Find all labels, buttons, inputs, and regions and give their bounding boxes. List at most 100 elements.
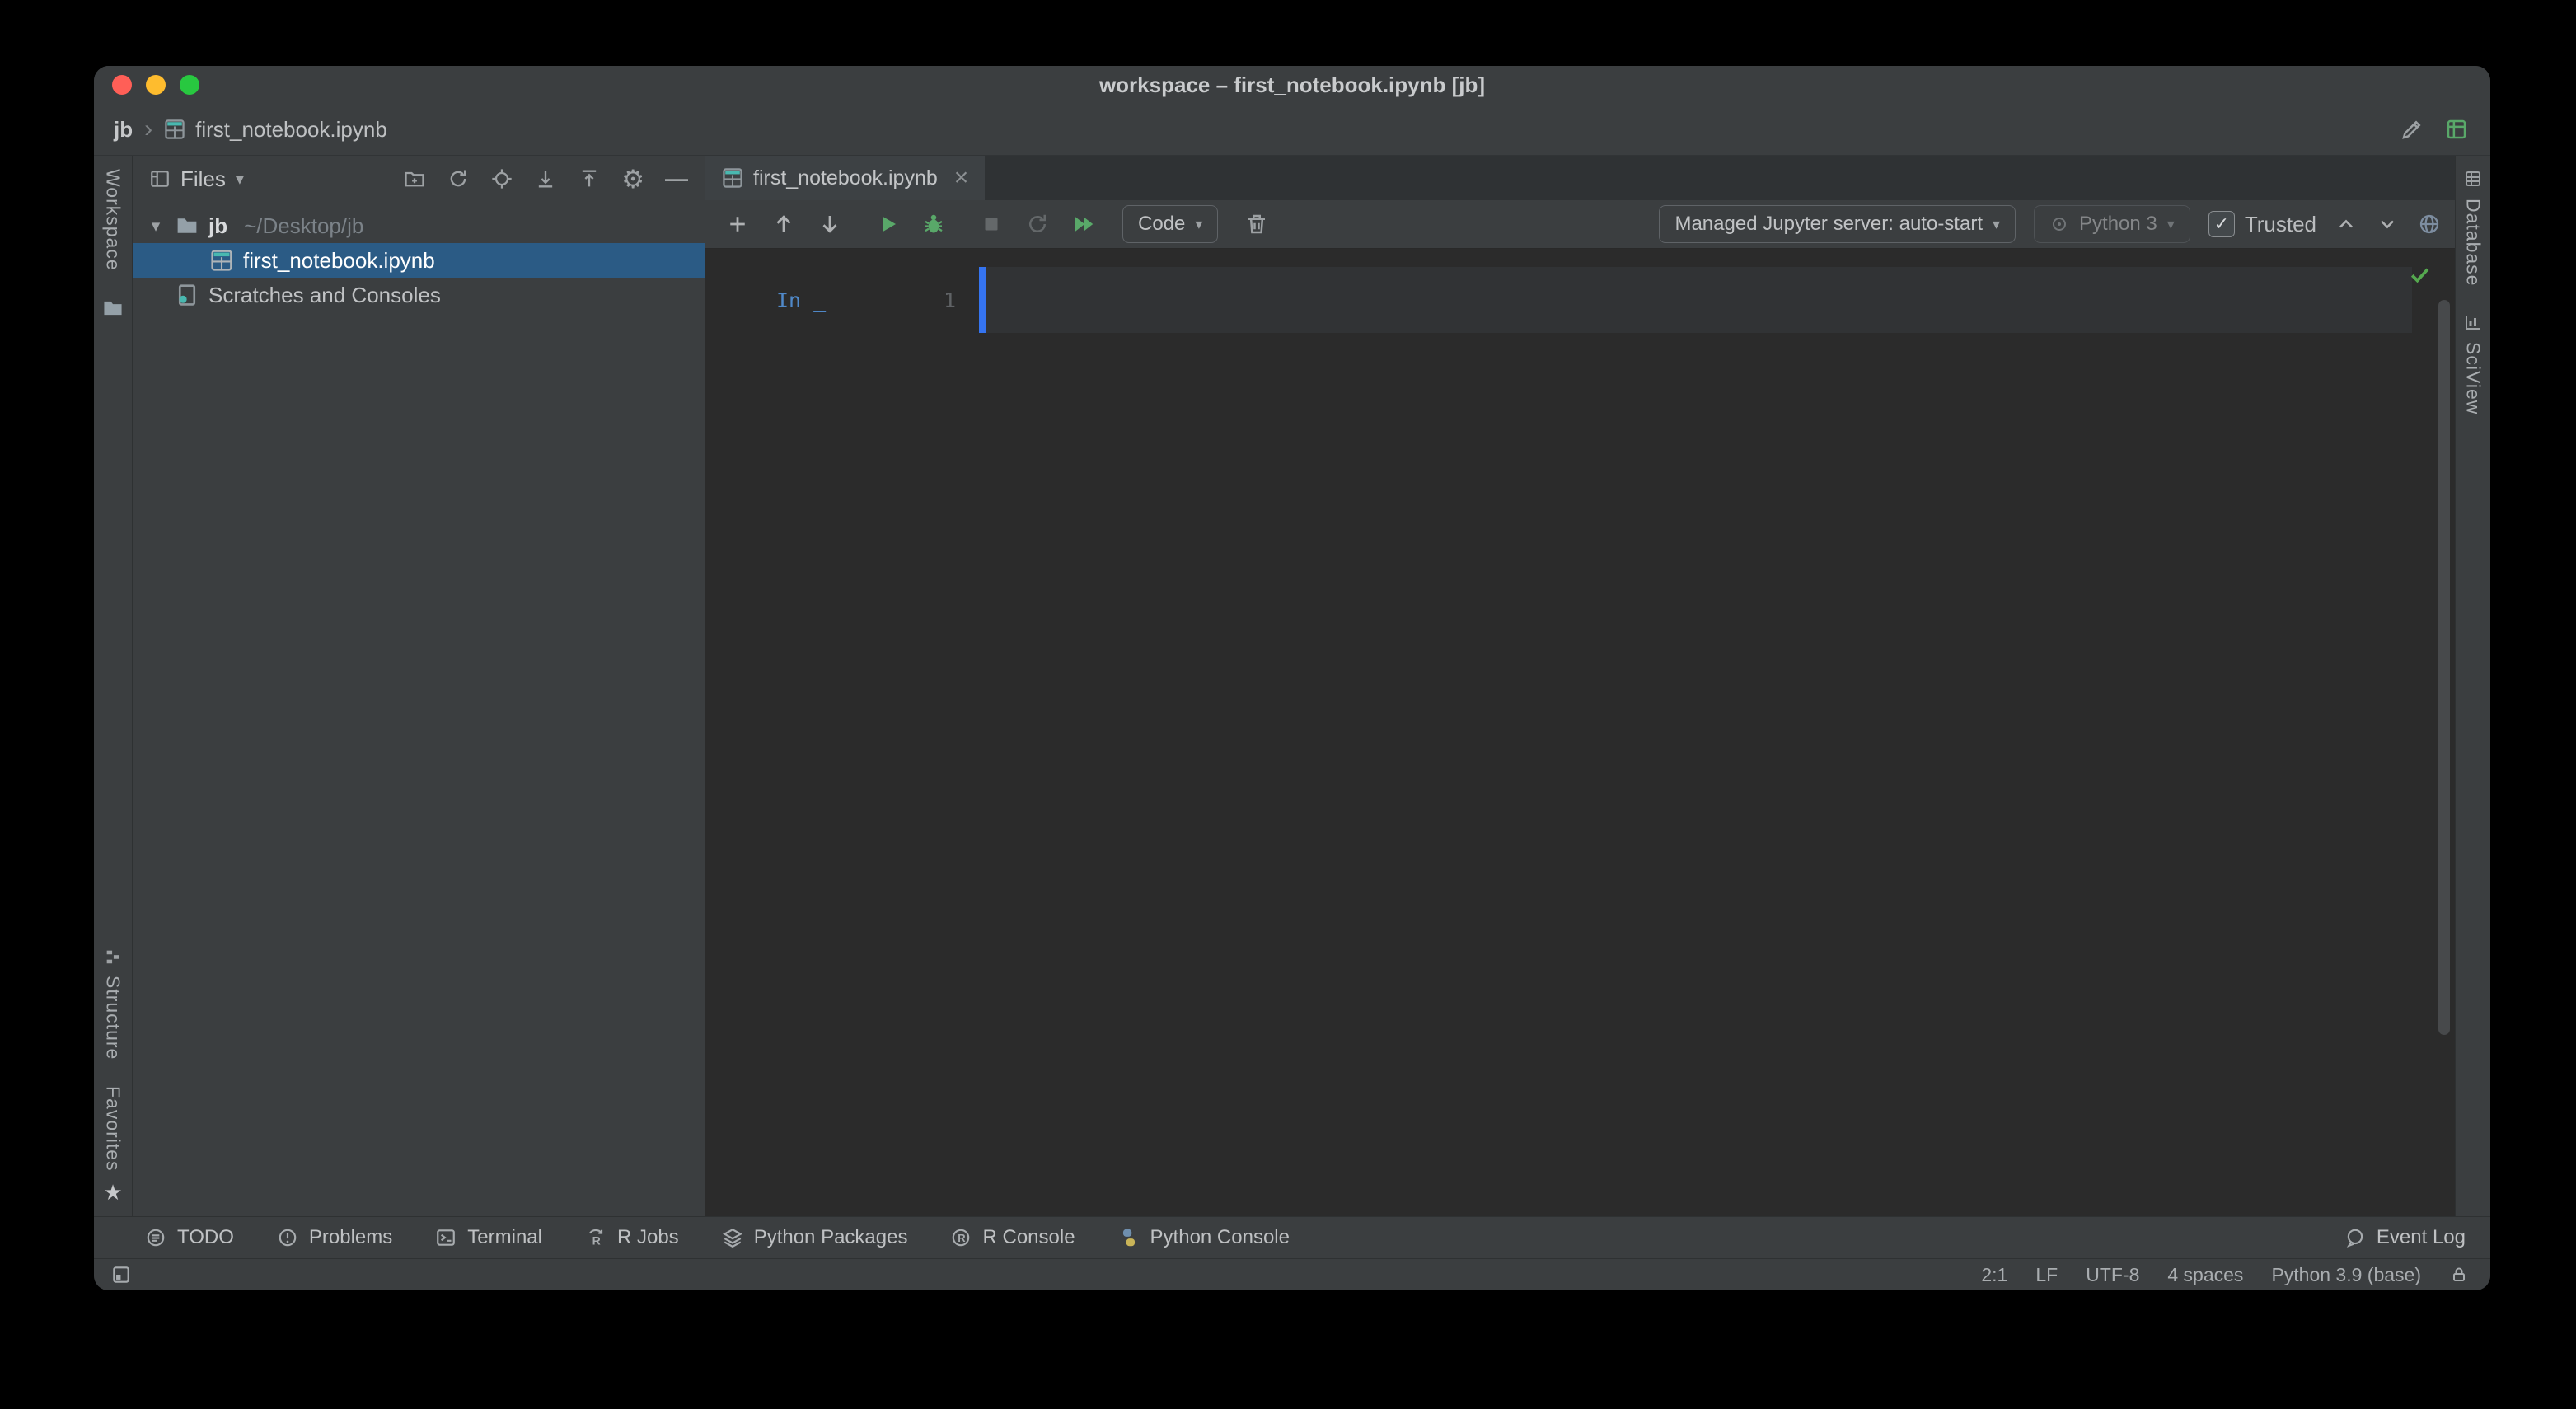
trusted-checkbox[interactable]: ✓ Trusted	[2208, 211, 2316, 237]
line-number: 1	[943, 288, 956, 312]
toolwindow-button-problems[interactable]: Problems	[277, 1226, 392, 1249]
python-console-icon	[1118, 1227, 1140, 1248]
inspection-ok-check-icon[interactable]	[2407, 262, 2432, 287]
r-console-icon: R	[950, 1227, 972, 1248]
breadcrumb-file[interactable]: first_notebook.ipynb	[195, 117, 387, 143]
files-panel-title[interactable]: Files	[180, 166, 226, 192]
notebook-cell: In _ 1	[705, 267, 2455, 333]
settings-gear-icon[interactable]: ⚙	[621, 166, 644, 192]
favorites-label: Favorites	[102, 1086, 124, 1172]
tab-first-notebook[interactable]: first_notebook.ipynb ×	[705, 156, 986, 200]
refresh-icon[interactable]	[447, 167, 470, 190]
scratches-icon	[176, 283, 199, 307]
line-separator-widget[interactable]: LF	[2035, 1264, 2058, 1286]
code-cell-input[interactable]	[979, 267, 2412, 333]
toolwindow-button-python-packages[interactable]: Python Packages	[722, 1226, 907, 1249]
toolwindow-button-workspace[interactable]: Workspace	[102, 156, 124, 284]
minimize-window-button[interactable]	[146, 75, 166, 95]
toolwindow-button-python-console[interactable]: Python Console	[1118, 1226, 1290, 1249]
delete-cell-icon[interactable]	[1238, 205, 1276, 243]
files-panel: Files ▾ ⚙ — ▾ jb ~/Desktop/jb first_note…	[133, 156, 705, 1216]
move-cell-up-icon[interactable]	[765, 205, 803, 243]
file-tree: ▾ jb ~/Desktop/jb first_notebook.ipynb S…	[133, 202, 705, 1216]
toolwindow-layout-icon[interactable]	[110, 1264, 132, 1285]
problems-label: Problems	[308, 1226, 393, 1248]
globe-icon[interactable]	[2417, 212, 2442, 236]
terminal-label: Terminal	[467, 1226, 542, 1248]
project-root-name: jb	[208, 213, 228, 238]
todo-icon	[145, 1227, 166, 1248]
notebook-toolbar-right: Managed Jupyter server: auto-start ▾ Pyt…	[1659, 205, 2442, 243]
lock-icon[interactable]	[2449, 1265, 2469, 1285]
new-folder-icon[interactable]	[403, 167, 426, 190]
collapse-all-icon[interactable]	[578, 167, 601, 190]
tree-row-project-root[interactable]: ▾ jb ~/Desktop/jb	[133, 208, 705, 243]
editor-scrollbar[interactable]	[2438, 300, 2450, 1036]
files-panel-header: Files ▾ ⚙ —	[133, 156, 705, 202]
run-cell-icon[interactable]	[869, 205, 906, 243]
run-all-cells-icon[interactable]	[1065, 205, 1103, 243]
toolwindow-button-event-log[interactable]: Event Log	[2344, 1226, 2466, 1249]
chevron-down-icon: ▾	[1992, 215, 2001, 232]
stop-kernel-icon[interactable]	[972, 205, 1010, 243]
toolwindow-button-r-jobs[interactable]: R R Jobs	[585, 1226, 679, 1249]
toolwindow-button-database[interactable]: Database	[2462, 156, 2485, 299]
kernel-dropdown[interactable]: Python 3 ▾	[2034, 205, 2190, 243]
status-bar: 2:1 LF UTF-8 4 spaces Python 3.9 (base)	[94, 1258, 2490, 1290]
zoom-window-button[interactable]	[180, 75, 199, 95]
window-title: workspace – first_notebook.ipynb [jb]	[1098, 72, 1486, 97]
toolwindow-button-terminal[interactable]: Terminal	[435, 1226, 542, 1249]
svg-text:R: R	[592, 1234, 601, 1248]
jupyter-server-dropdown[interactable]: Managed Jupyter server: auto-start ▾	[1659, 205, 2016, 243]
kernel-value: Python 3	[2079, 213, 2157, 235]
cell-type-dropdown[interactable]: Code ▾	[1122, 205, 1219, 243]
bottom-toolwindow-bar: TODO Problems Terminal R R Jobs Python P…	[94, 1216, 2490, 1258]
previous-cell-chevron-icon[interactable]	[2335, 213, 2358, 236]
caret-position-widget[interactable]: 2:1	[1981, 1264, 2007, 1286]
encoding-widget[interactable]: UTF-8	[2086, 1264, 2139, 1286]
debug-cell-icon[interactable]	[915, 205, 953, 243]
title-bar: workspace – first_notebook.ipynb [jb]	[94, 66, 2490, 104]
breadcrumb-project[interactable]: jb	[114, 117, 133, 143]
restart-kernel-icon[interactable]	[1019, 205, 1056, 243]
close-tab-icon[interactable]: ×	[954, 166, 969, 190]
locate-file-icon[interactable]	[490, 167, 513, 190]
next-cell-chevron-icon[interactable]	[2376, 213, 2399, 236]
database-icon	[2463, 169, 2483, 189]
notebook-editor[interactable]: In _ 1	[705, 249, 2455, 1216]
files-view-icon[interactable]	[149, 168, 171, 190]
tree-row-scratches[interactable]: Scratches and Consoles	[133, 278, 705, 312]
scratches-label: Scratches and Consoles	[208, 282, 441, 307]
files-panel-actions: ⚙ —	[403, 166, 688, 192]
expand-all-icon[interactable]	[534, 167, 557, 190]
trusted-label: Trusted	[2244, 211, 2316, 236]
edit-source-icon[interactable]	[2400, 117, 2424, 142]
tree-row-notebook-file[interactable]: first_notebook.ipynb	[133, 243, 705, 278]
editor-tab-bar: first_notebook.ipynb ×	[705, 156, 2455, 200]
cell-type-value: Code	[1138, 213, 1186, 235]
close-window-button[interactable]	[112, 75, 132, 95]
interpreter-widget[interactable]: Python 3.9 (base)	[2271, 1264, 2421, 1286]
workspace-label: Workspace	[102, 169, 124, 271]
toolwindow-button-files[interactable]	[102, 284, 124, 332]
indent-widget[interactable]: 4 spaces	[2167, 1264, 2243, 1286]
add-cell-icon[interactable]	[719, 205, 756, 243]
move-cell-down-icon[interactable]	[811, 205, 849, 243]
breadcrumb: jb › first_notebook.ipynb	[114, 117, 2400, 143]
hide-panel-icon[interactable]: —	[665, 167, 688, 190]
python-console-label: Python Console	[1150, 1226, 1290, 1248]
toolwindow-button-r-console[interactable]: R R Console	[950, 1226, 1075, 1249]
green-notebook-icon[interactable]	[2444, 117, 2469, 142]
toolwindow-button-structure[interactable]: Structure	[102, 934, 124, 1073]
files-view-caret-icon[interactable]: ▾	[236, 169, 244, 190]
toolwindow-button-todo[interactable]: TODO	[145, 1226, 234, 1249]
folder-icon	[102, 297, 124, 319]
expand-chevron-icon[interactable]: ▾	[146, 216, 166, 236]
event-log-label: Event Log	[2376, 1226, 2466, 1248]
structure-label: Structure	[102, 976, 124, 1060]
toolwindow-button-favorites[interactable]: Favorites ★	[102, 1073, 124, 1216]
kernel-icon	[2049, 214, 2069, 234]
sciview-icon	[2463, 312, 2483, 332]
notebook-file-name: first_notebook.ipynb	[243, 247, 435, 273]
toolwindow-button-sciview[interactable]: SciView	[2462, 299, 2485, 428]
